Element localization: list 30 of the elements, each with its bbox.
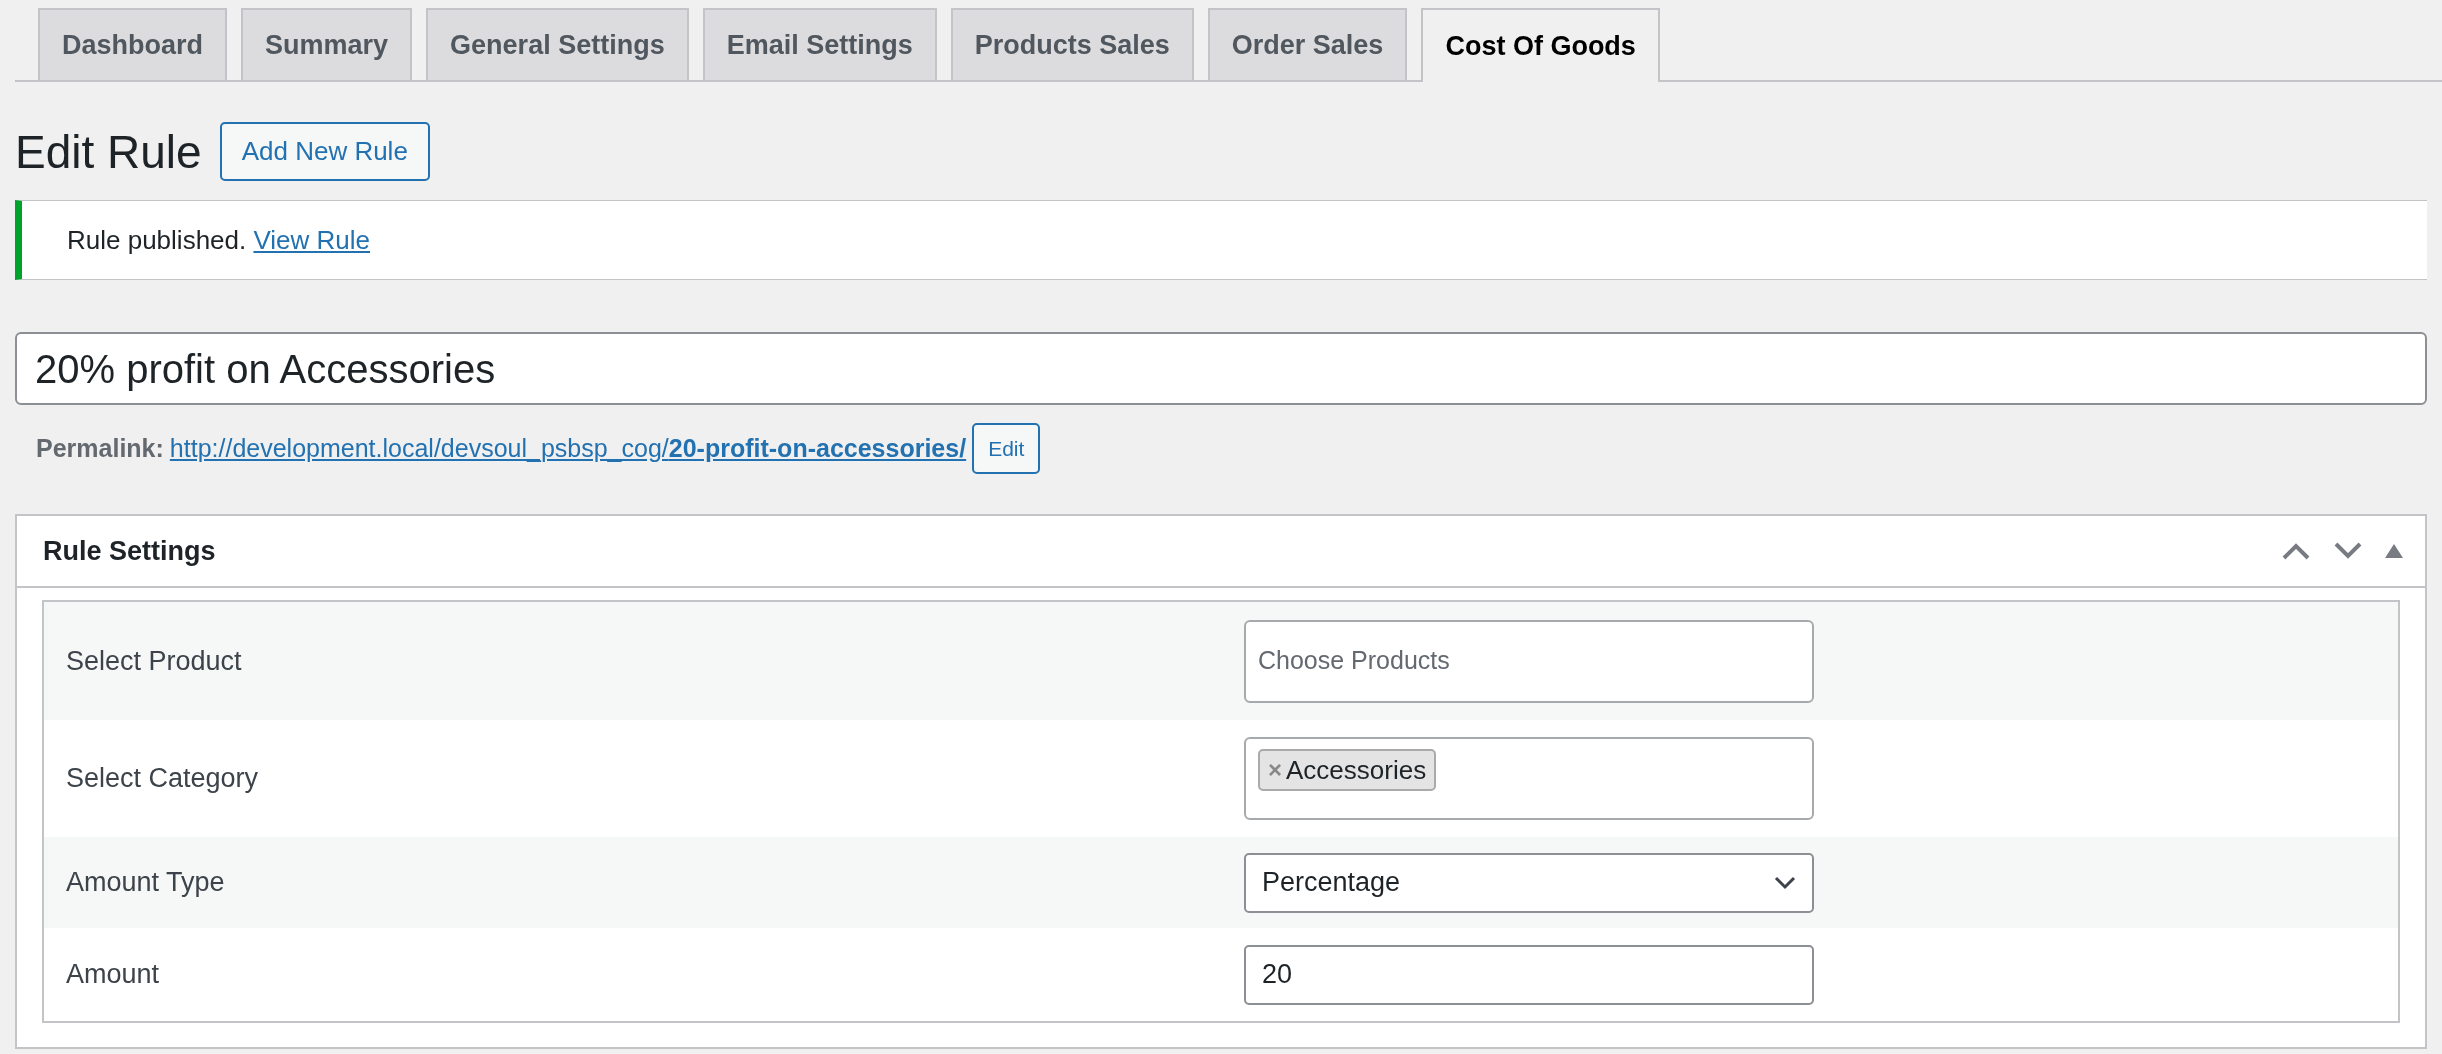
tab[interactable]: Order Sales [1207,8,1408,80]
tag-label: Accessories [1286,753,1427,787]
field-label: Amount Type [65,866,226,900]
permalink-label: Permalink: [36,432,164,464]
permalink-link[interactable]: http://development.local/devsoul_psbsp_cog/20-profit-on-accessories/ [169,429,967,468]
products-multiselect-field[interactable]: Choose Products [1244,619,1814,703]
move-up-icon[interactable] [2281,542,2311,560]
collapse-triangle-icon[interactable] [2385,544,2403,558]
field-label: Select Product [65,644,243,678]
tab[interactable]: Summary [241,8,413,80]
amount-type-dropdown[interactable]: Percentage [1244,852,1814,913]
chevron-down-icon [1774,875,1796,890]
tab[interactable]: Dashboard [38,8,228,80]
tab[interactable]: Email Settings [702,8,937,80]
tab[interactable]: General Settings [426,8,689,80]
tab[interactable]: Cost Of Goods [1421,8,1660,82]
add-new-rule-button[interactable]: Add New Rule [219,122,430,181]
title-field[interactable]: 20% profit on Accessories [15,332,2427,405]
page-heading: Edit Rule [15,128,202,175]
amount-input-field[interactable]: 20 [1244,944,1814,1005]
edit-permalink-button[interactable]: Edit [972,423,1041,474]
field-label: Amount [65,958,161,992]
panel-title: Rule Settings [43,534,217,568]
field-label: Select Category [65,762,260,796]
view-rule-link[interactable]: View Rule [253,224,371,255]
remove-tag-button[interactable]: × [1268,758,1282,782]
category-multiselect-field[interactable]: ×Accessories [1244,737,1814,820]
move-down-icon[interactable] [2333,542,2363,560]
tab[interactable]: Products Sales [950,8,1194,80]
notice-text: Rule published. [67,224,247,255]
